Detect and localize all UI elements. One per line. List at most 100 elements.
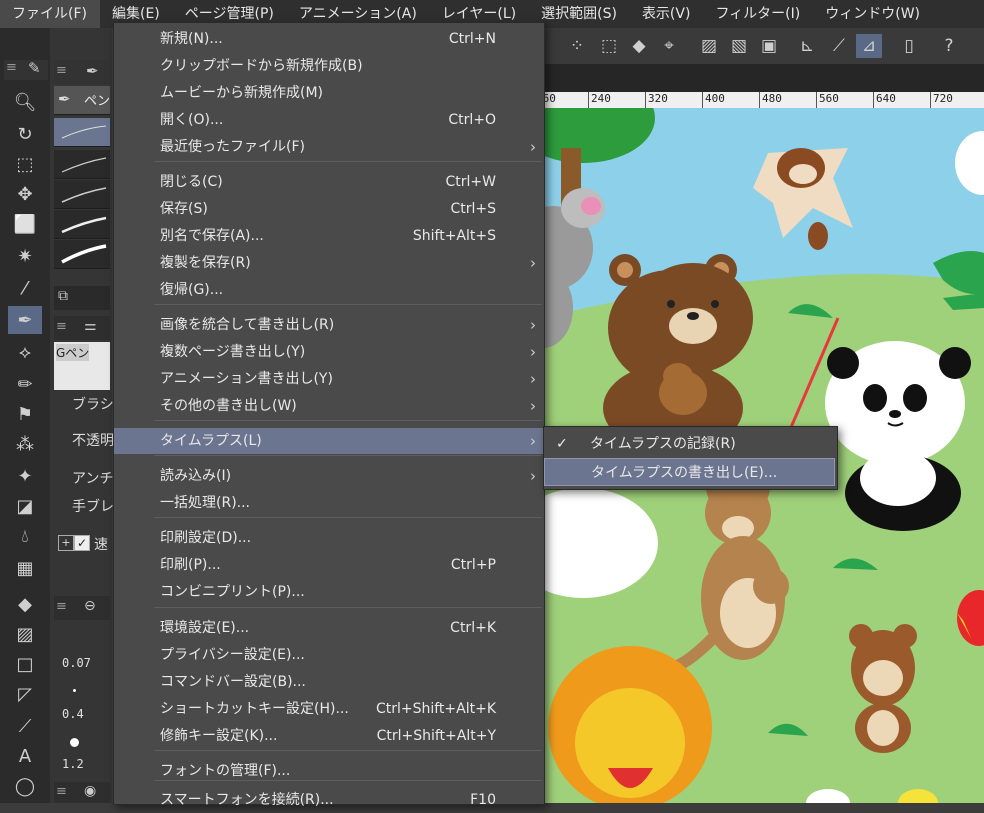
menu-view[interactable]: 表示(V) bbox=[630, 0, 704, 28]
menu-icon[interactable]: ≡ bbox=[56, 319, 67, 334]
transform-icon[interactable]: ⌖ bbox=[656, 34, 682, 58]
canvas-tab-strip bbox=[543, 64, 984, 92]
move-icon[interactable]: ✥ bbox=[8, 180, 42, 208]
blend-icon[interactable]: 💧︎ bbox=[8, 522, 42, 550]
prop-brush-size: ブラシ bbox=[72, 397, 114, 413]
ruler-snap-icon[interactable]: ⊾ bbox=[794, 34, 820, 58]
menu-item-other-export[interactable]: その他の書き出し(W) › bbox=[114, 393, 544, 419]
menu-icon[interactable]: ≡ bbox=[56, 599, 67, 614]
frame-box-icon[interactable]: ▣ bbox=[756, 34, 782, 58]
menu-item-manage-fonts[interactable]: フォントの管理(F)... bbox=[114, 758, 544, 784]
airbrush-icon[interactable]: ⁂ bbox=[8, 430, 42, 458]
rotate-icon[interactable]: ↻ bbox=[8, 120, 42, 148]
submenu-item-export-timelapse[interactable]: タイムラプスの書き出し(E)... bbox=[544, 458, 835, 486]
menu-icon[interactable]: ≡ bbox=[6, 60, 17, 75]
menu-item-save-copy[interactable]: 複製を保存(R) › bbox=[114, 250, 544, 276]
hatch2-icon[interactable]: ▧ bbox=[726, 34, 752, 58]
color-wheel-icon[interactable]: ◉ bbox=[84, 783, 96, 799]
gradient-icon[interactable]: ▨ bbox=[8, 620, 42, 648]
menu-item-import[interactable]: 読み込み(I) › bbox=[114, 463, 544, 489]
menu-item-modifier-key-settings[interactable]: 修飾キー設定(K)... Ctrl+Shift+Alt+Y bbox=[114, 723, 544, 749]
menu-item-connect-smartphone[interactable]: スマートフォンを接続(R)... F10 bbox=[114, 787, 544, 813]
menu-item-revert[interactable]: 復帰(G)... bbox=[114, 277, 544, 303]
copy-icon[interactable]: ⧉ bbox=[58, 288, 68, 304]
menu-item-label: 開く(O)... bbox=[160, 112, 224, 128]
submenu-item-record-timelapse[interactable]: ✓ タイムラプスの記録(R) bbox=[544, 430, 835, 458]
menu-item-batch-process[interactable]: 一括処理(R)... bbox=[114, 490, 544, 516]
pencil-icon[interactable]: ✏ bbox=[8, 370, 42, 398]
menu-item-new[interactable]: 新規(N)... Ctrl+N bbox=[114, 26, 544, 52]
fill-selection-icon[interactable]: ◆ bbox=[626, 34, 652, 58]
marquee-icon[interactable]: ⬜ bbox=[8, 210, 42, 238]
menu-item-close[interactable]: 閉じる(C) Ctrl+W bbox=[114, 169, 544, 195]
eyedropper-icon[interactable]: ⁄ bbox=[8, 274, 42, 302]
menu-item-convenience-print[interactable]: コンビニプリント(P)... bbox=[114, 579, 544, 605]
menu-item-command-bar-settings[interactable]: コマンドバー設定(B)... bbox=[114, 669, 544, 695]
chevron-right-icon: › bbox=[530, 467, 536, 485]
speed-checkbox[interactable]: ✓ bbox=[74, 535, 90, 551]
menu-item-save[interactable]: 保存(S) Ctrl+S bbox=[114, 196, 544, 222]
eraser-icon[interactable]: ◪ bbox=[8, 492, 42, 520]
menu-item-recent-files[interactable]: 最近使ったファイル(F) › bbox=[114, 134, 544, 160]
menu-icon[interactable]: ≡ bbox=[56, 63, 67, 78]
text-icon[interactable]: A bbox=[8, 742, 42, 770]
brush-stroke-preview[interactable] bbox=[54, 118, 110, 147]
size-option[interactable]: 0.07 bbox=[62, 656, 91, 670]
menu-item-preferences[interactable]: 環境設定(E)... Ctrl+K bbox=[114, 615, 544, 641]
brush-stroke-preview[interactable] bbox=[54, 240, 110, 269]
ruler-icon[interactable]: ⟋ bbox=[8, 712, 42, 740]
brush-stroke-preview[interactable] bbox=[54, 150, 110, 179]
snap-to-ruler-icon[interactable]: ⊿ bbox=[856, 34, 882, 58]
menu-item-timelapse[interactable]: タイムラプス(L) › bbox=[114, 428, 544, 454]
menu-item-export-flattened[interactable]: 画像を統合して書き出し(R) › bbox=[114, 312, 544, 338]
brush-icon[interactable]: ✎ bbox=[28, 59, 41, 77]
size-option[interactable]: 0.4 bbox=[62, 707, 84, 721]
menu-file[interactable]: ファイル(F) bbox=[0, 0, 100, 28]
pen-icon[interactable]: ✒ bbox=[86, 62, 99, 80]
expand-icon[interactable]: + bbox=[58, 535, 74, 551]
pen-icon: ✒ bbox=[58, 90, 71, 108]
sliders-icon[interactable]: ⚌ bbox=[84, 318, 97, 334]
special-ruler-icon[interactable]: ⟋ bbox=[826, 34, 852, 58]
horizontal-ruler: 160 240 320 400 480 560 640 720 bbox=[543, 92, 984, 108]
menu-item-shortcut: Shift+Alt+S bbox=[412, 228, 496, 244]
menu-item-export-multiple-pages[interactable]: 複数ページ書き出し(Y) › bbox=[114, 339, 544, 365]
select-all-icon[interactable]: ⁘ bbox=[564, 34, 590, 58]
brush-stroke-preview[interactable] bbox=[54, 210, 110, 239]
balloon-icon[interactable]: ◯ bbox=[8, 772, 42, 800]
decoration-icon[interactable]: ✦ bbox=[8, 462, 42, 490]
object-select-icon[interactable]: ⬚ bbox=[8, 150, 42, 178]
deselect-icon[interactable]: ⬚ bbox=[596, 34, 622, 58]
hatch-icon[interactable]: ▨ bbox=[696, 34, 722, 58]
help-icon[interactable]: ? bbox=[936, 34, 962, 58]
brush-stroke-preview[interactable] bbox=[54, 180, 110, 209]
menu-item-new-from-clipboard[interactable]: クリップボードから新規作成(B) bbox=[114, 53, 544, 79]
menu-item-label: 保存(S) bbox=[160, 201, 208, 217]
menu-filter[interactable]: フィルター(I) bbox=[703, 0, 813, 28]
size-option[interactable]: 1.2 bbox=[62, 757, 84, 771]
menu-item-print-settings[interactable]: 印刷設定(D)... bbox=[114, 525, 544, 551]
zoom-icon[interactable]: 🔍︎ bbox=[8, 88, 42, 116]
menu-item-print[interactable]: 印刷(P)... Ctrl+P bbox=[114, 552, 544, 578]
magic-wand-icon[interactable]: ✷ bbox=[8, 242, 42, 270]
smartphone-icon[interactable]: ▯ bbox=[896, 34, 922, 58]
chevron-right-icon: › bbox=[530, 370, 536, 388]
pen-tool-icon[interactable]: ✒ bbox=[8, 306, 42, 334]
figure-icon[interactable]: □ bbox=[8, 650, 42, 678]
brush-selected[interactable]: ✒ ペン bbox=[54, 86, 110, 115]
menu-window[interactable]: ウィンドウ(W) bbox=[813, 0, 933, 28]
menu-item-shortcut-settings[interactable]: ショートカットキー設定(H)... Ctrl+Shift+Alt+K bbox=[114, 696, 544, 722]
menu-item-open[interactable]: 開く(O)... Ctrl+O bbox=[114, 107, 544, 133]
grid-icon[interactable]: ▦ bbox=[8, 554, 42, 582]
menu-icon[interactable]: ≡ bbox=[56, 784, 67, 799]
menu-item-privacy-settings[interactable]: プライバシー設定(E)... bbox=[114, 642, 544, 668]
marker-icon[interactable]: ⚑ bbox=[8, 400, 42, 428]
menu-separator bbox=[154, 304, 542, 305]
menu-item-new-from-movie[interactable]: ムービーから新規作成(M) bbox=[114, 80, 544, 106]
frame-icon[interactable]: ◸ bbox=[8, 680, 42, 708]
link-icon[interactable]: ⊖ bbox=[84, 598, 96, 614]
vector-icon[interactable]: ⟡ bbox=[8, 338, 42, 366]
menu-item-export-animation[interactable]: アニメーション書き出し(Y) › bbox=[114, 366, 544, 392]
fill-icon[interactable]: ◆ bbox=[8, 590, 42, 618]
menu-item-save-as[interactable]: 別名で保存(A)... Shift+Alt+S bbox=[114, 223, 544, 249]
